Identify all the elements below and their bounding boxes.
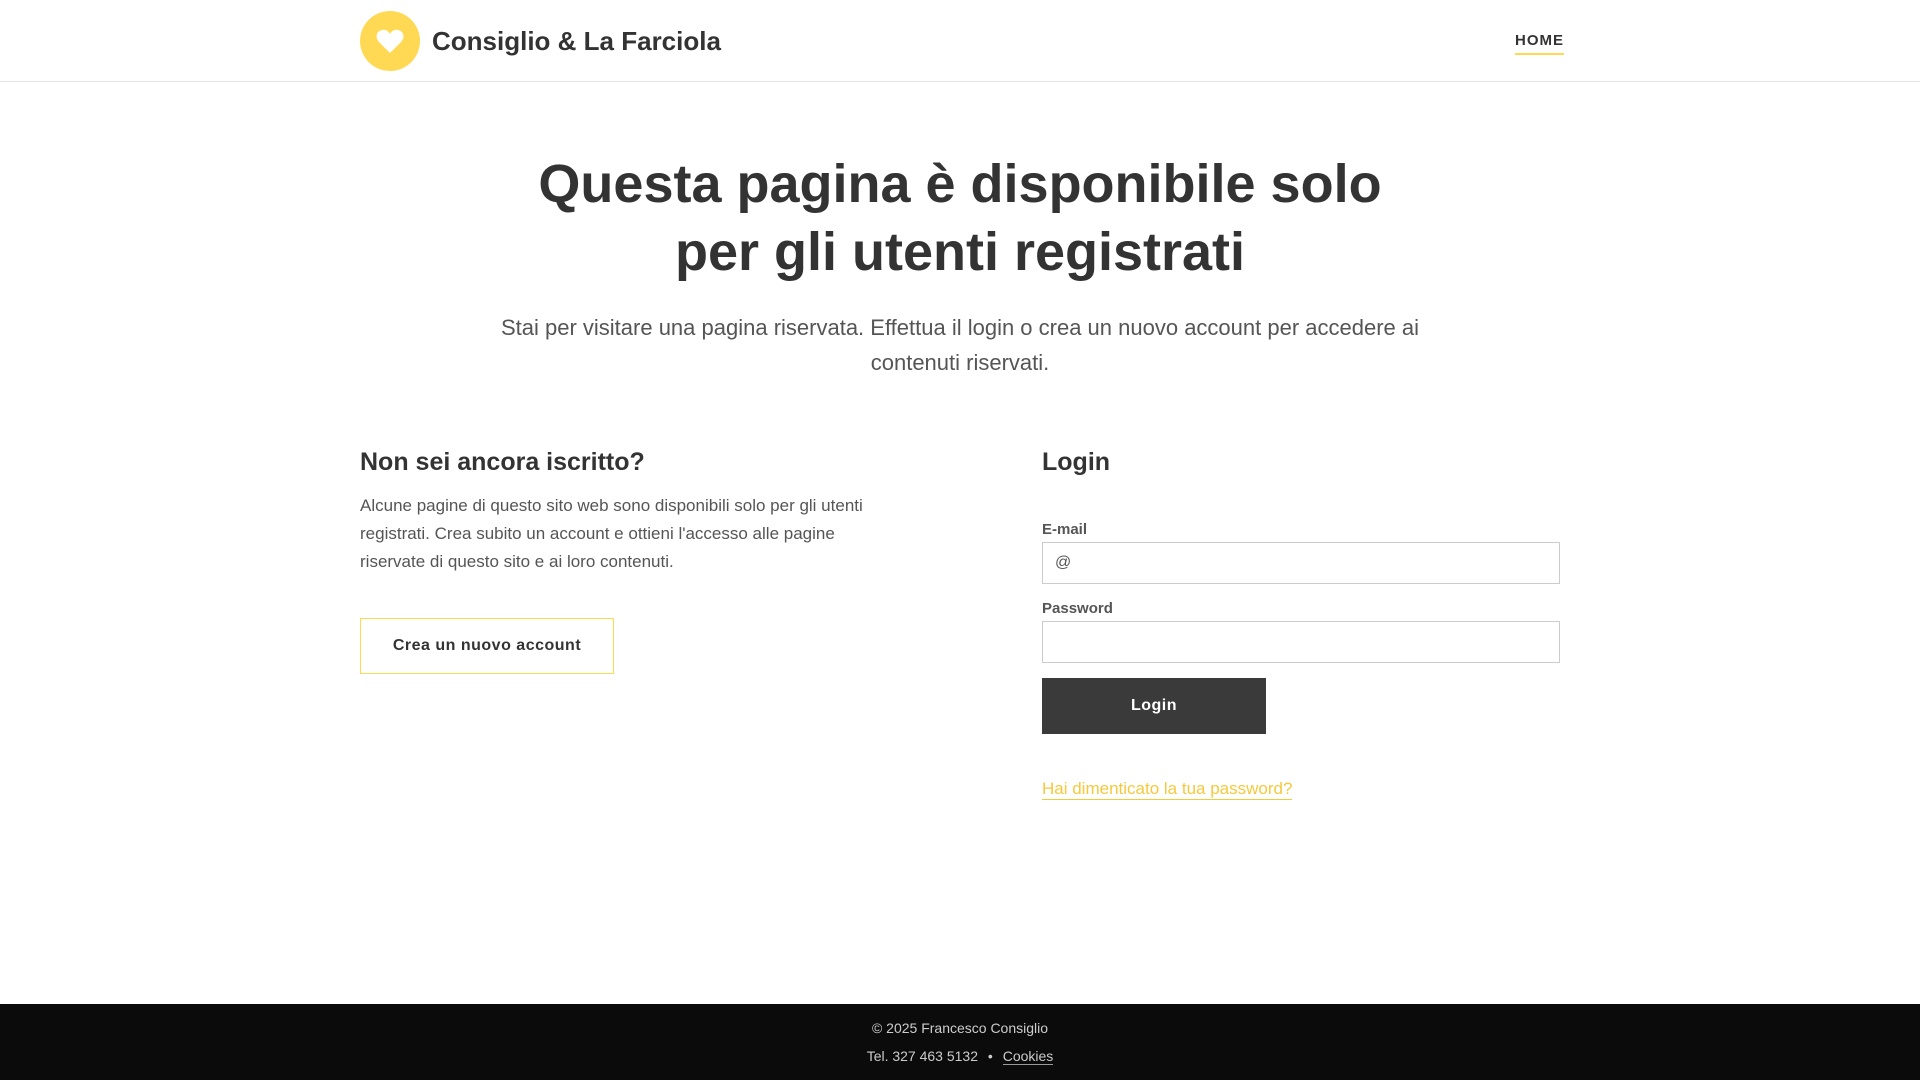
heart-icon[interactable] <box>360 11 420 71</box>
brand[interactable]: Consiglio & La Farciola <box>360 11 721 71</box>
password-field[interactable] <box>1042 621 1560 663</box>
create-account-button[interactable]: Crea un nuovo account <box>360 618 614 674</box>
register-text: Alcune pagine di questo sito web sono di… <box>360 496 863 571</box>
footer-phone: Tel. 327 463 5132 <box>866 1048 979 1064</box>
hero: Questa pagina è disponibile solo per gli… <box>360 150 1560 380</box>
page-title: Questa pagina è disponibile solo per gli… <box>538 154 1382 282</box>
site-footer: © 2025 Francesco Consiglio Tel. 327 463 … <box>0 1004 1920 1080</box>
brand-name[interactable]: Consiglio & La Farciola <box>432 26 721 57</box>
login-button[interactable]: Login <box>1042 678 1266 734</box>
site-header: Consiglio & La Farciola HOME <box>0 0 1920 82</box>
password-label: Password <box>1042 600 1113 617</box>
nav-home-link[interactable]: HOME <box>1515 32 1564 55</box>
cookies-link[interactable]: Cookies <box>1002 1048 1054 1065</box>
register-section: Non sei ancora iscritto? Alcune pagine d… <box>360 446 890 576</box>
login-heading: Login <box>1042 448 1111 476</box>
footer-copyright: © 2025 Francesco Consiglio <box>871 1020 1049 1036</box>
page-subtitle: Stai per visitare una pagina riservata. … <box>500 315 1420 375</box>
login-section: Login <box>1042 446 1560 478</box>
email-field[interactable] <box>1042 542 1560 584</box>
forgot-password-link[interactable]: Hai dimenticato la tua password? <box>1042 779 1293 800</box>
email-label: E-mail <box>1042 521 1088 538</box>
footer-contact: Tel. 327 463 5132 • Cookies <box>0 1047 1920 1065</box>
footer-separator: • <box>987 1048 993 1064</box>
register-heading: Non sei ancora iscritto? <box>360 448 645 476</box>
